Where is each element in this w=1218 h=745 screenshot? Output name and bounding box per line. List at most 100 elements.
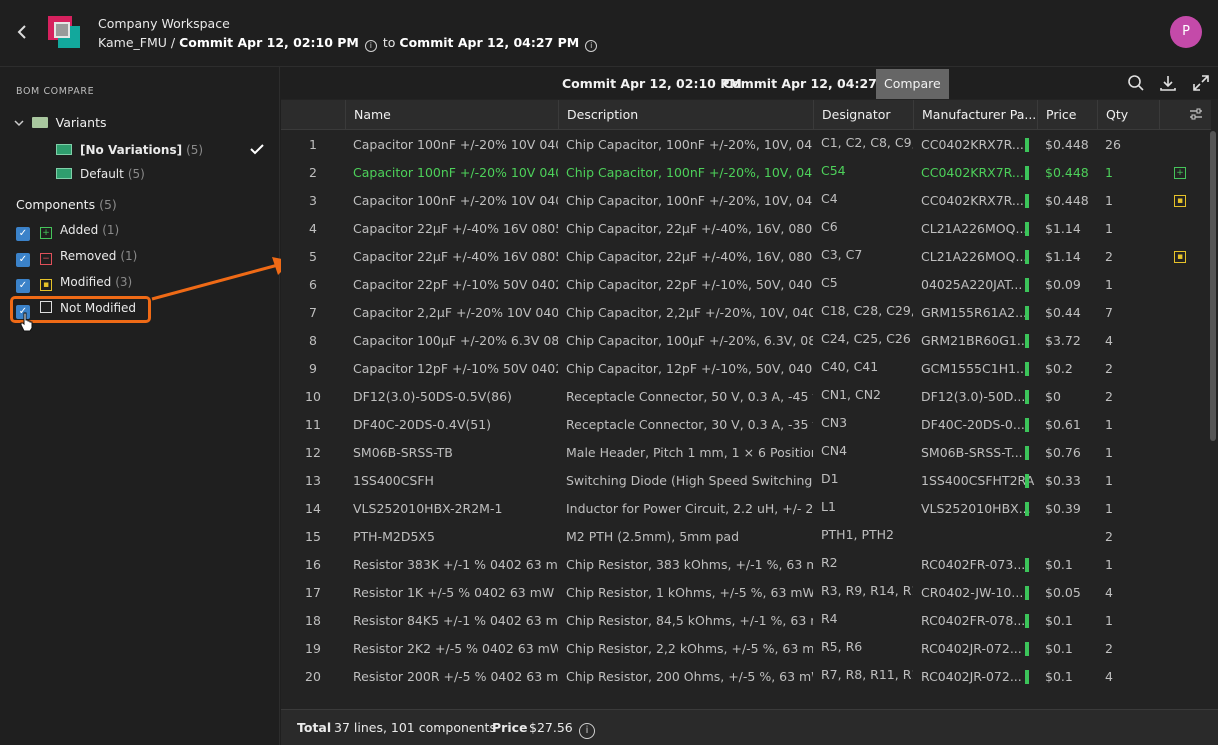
- board-icon: [56, 168, 72, 179]
- col-description[interactable]: Description: [558, 100, 813, 130]
- cell-name: PTH-M2D5X5: [353, 529, 435, 544]
- info-icon[interactable]: i: [579, 723, 595, 739]
- cell-name: Resistor 200R +/-5 % 0402 63 mW: [353, 669, 558, 684]
- table-row[interactable]: 7 Capacitor 2,2µF +/-20% 10V 0402 Chip Cap…: [281, 299, 1211, 327]
- col-qty[interactable]: Qty: [1097, 100, 1159, 130]
- cell-price: $0.1: [1045, 641, 1073, 656]
- cell-index: 6: [309, 277, 317, 292]
- app-header: Company Workspace Kame_FMU / Commit Apr …: [0, 0, 1218, 67]
- table-row[interactable]: 8 Capacitor 100µF +/-20% 6.3V 0805 Chip Ca…: [281, 327, 1211, 355]
- commit-to-label: Commit Apr 12, 04:27 PM: [399, 35, 580, 50]
- cell-price: $0.448: [1045, 165, 1089, 180]
- cell-index: 15: [305, 529, 321, 544]
- checkbox-checked[interactable]: ✓: [16, 253, 30, 267]
- column-settings-icon[interactable]: [1159, 100, 1211, 130]
- cell-description: Receptacle Connector, 50 V, 0.3 A, -45 t…: [566, 389, 813, 404]
- availability-bar: [1025, 670, 1029, 684]
- table-row[interactable]: 17 Resistor 1K +/-5 % 0402 63 mW Chip Resi…: [281, 579, 1211, 607]
- availability-bar: [1025, 502, 1029, 516]
- variant-default[interactable]: Default (5): [56, 167, 145, 185]
- table-row[interactable]: 13 1SS400CSFH Switching Diode (High Speed …: [281, 467, 1211, 495]
- price-value: $27.56: [529, 720, 573, 735]
- table-row[interactable]: 15 PTH-M2D5X5 M2 PTH (2.5mm), 5mm pad PTH1,…: [281, 523, 1211, 551]
- checkbox-checked[interactable]: ✓: [16, 227, 30, 241]
- cell-qty: 1: [1105, 473, 1113, 488]
- filter-modified[interactable]: ✓ ▪ Modified (3): [16, 275, 132, 293]
- workspace-logo: [48, 16, 82, 50]
- cell-name: Capacitor 22pF +/-10% 50V 0402: [353, 277, 558, 292]
- cell-price: $0.44: [1045, 305, 1081, 320]
- compare-tab[interactable]: Compare: [876, 69, 949, 99]
- table-row[interactable]: 4 Capacitor 22µF +/-40% 16V 0805 Chip Capa…: [281, 215, 1211, 243]
- col-price[interactable]: Price: [1037, 100, 1097, 130]
- table-row[interactable]: 6 Capacitor 22pF +/-10% 50V 0402 Chip Capa…: [281, 271, 1211, 299]
- commit-from-label: Commit Apr 12, 02:10 PM: [179, 35, 359, 50]
- cell-index: 7: [309, 305, 317, 320]
- cell-manufacturer-part: DF12(3.0)-50D...: [921, 389, 1026, 404]
- cell-manufacturer-part: CC0402KRX7R...: [921, 137, 1024, 152]
- table-row[interactable]: 14 VLS252010HBX-2R2M-1 Inductor for Power …: [281, 495, 1211, 523]
- table-row[interactable]: 19 Resistor 2K2 +/-5 % 0402 63 mW Chip Res…: [281, 635, 1211, 663]
- checkbox-checked[interactable]: ✓: [16, 279, 30, 293]
- cell-qty: 1: [1105, 417, 1113, 432]
- expand-icon[interactable]: [1192, 74, 1210, 92]
- col-manufacturer-part[interactable]: Manufacturer Pa...: [913, 100, 1037, 130]
- table-row[interactable]: 2 Capacitor 100nF +/-20% 10V 0402 Chip Cap…: [281, 159, 1211, 187]
- col-name[interactable]: Name: [345, 100, 558, 130]
- col-designator[interactable]: Designator: [813, 100, 913, 130]
- cell-designator: C18, C28, C29,: [821, 303, 913, 318]
- table-row[interactable]: 18 Resistor 84K5 +/-1 % 0402 63 mW Chip Re…: [281, 607, 1211, 635]
- cell-manufacturer-part: SM06B-SRSS-T...: [921, 445, 1023, 460]
- checkmark-icon: [250, 143, 264, 159]
- table-row[interactable]: 9 Capacitor 12pF +/-10% 50V 0402 Chip Capa…: [281, 355, 1211, 383]
- cell-designator: C40, C41: [821, 359, 879, 374]
- cell-index: 5: [309, 249, 317, 264]
- cell-description: Receptacle Connector, 30 V, 0.3 A, -35 t…: [566, 417, 813, 432]
- table-row[interactable]: 5 Capacitor 22µF +/-40% 16V 0805 Chip Capa…: [281, 243, 1211, 271]
- cell-manufacturer-part: GRM21BR60G1...: [921, 333, 1029, 348]
- filter-added[interactable]: ✓ + Added (1): [16, 223, 119, 241]
- cell-manufacturer-part: CL21A226MOQ...: [921, 249, 1028, 264]
- avatar[interactable]: P: [1170, 16, 1202, 48]
- table-row[interactable]: 20 Resistor 200R +/-5 % 0402 63 mW Chip Re…: [281, 663, 1211, 691]
- commit-a-tab[interactable]: Commit Apr 12, 02:10 PM: [562, 69, 742, 99]
- cell-qty: 2: [1105, 641, 1113, 656]
- cell-manufacturer-part: DF40C-20DS-0...: [921, 417, 1025, 432]
- availability-bar: [1025, 334, 1029, 348]
- availability-bar: [1025, 306, 1029, 320]
- cell-manufacturer-part: CC0402KRX7R...: [921, 165, 1024, 180]
- table-row[interactable]: 16 Resistor 383K +/-1 % 0402 63 mW Chip Re…: [281, 551, 1211, 579]
- project-link[interactable]: Kame_FMU: [98, 35, 167, 50]
- hand-cursor-icon: [20, 312, 34, 332]
- download-icon[interactable]: [1159, 74, 1177, 92]
- cell-description: Chip Capacitor, 22µF +/-40%, 16V, 0805, …: [566, 249, 813, 264]
- cell-qty: 1: [1105, 277, 1113, 292]
- search-icon[interactable]: [1127, 74, 1145, 92]
- cell-qty: 2: [1105, 529, 1113, 544]
- cell-description: Male Header, Pitch 1 mm, 1 × 6 Position,…: [566, 445, 813, 460]
- table-row[interactable]: 10 DF12(3.0)-50DS-0.5V(86) Receptacle Conn…: [281, 383, 1211, 411]
- scrollbar[interactable]: [1210, 131, 1216, 441]
- total-value: 37 lines, 101 components: [334, 720, 496, 735]
- table-row[interactable]: 1 Capacitor 100nF +/-20% 10V 0402 Chip Cap…: [281, 131, 1211, 159]
- cell-qty: 2: [1105, 249, 1113, 264]
- cell-price: [1037, 523, 1097, 551]
- variants-toggle[interactable]: Variants: [14, 115, 107, 130]
- cell-designator: CN3: [821, 415, 848, 430]
- info-icon[interactable]: i: [364, 40, 377, 52]
- variant-no-variations[interactable]: [No Variations] (5): [56, 143, 203, 161]
- back-arrow-icon[interactable]: [14, 22, 32, 42]
- info-icon[interactable]: i: [585, 40, 598, 52]
- cell-name: DF40C-20DS-0.4V(51): [353, 417, 492, 432]
- table-row[interactable]: 11 DF40C-20DS-0.4V(51) Receptacle Connecto…: [281, 411, 1211, 439]
- cell-name: Resistor 1K +/-5 % 0402 63 mW: [353, 585, 555, 600]
- cell-designator: PTH1, PTH2: [821, 527, 894, 542]
- availability-bar: [1025, 474, 1029, 488]
- table-row[interactable]: 12 SM06B-SRSS-TB Male Header, Pitch 1 mm, …: [281, 439, 1211, 467]
- filter-removed[interactable]: ✓ − Removed (1): [16, 249, 137, 267]
- cell-description: Chip Capacitor, 12pF +/-10%, 50V, 0402, …: [566, 361, 813, 376]
- table-row[interactable]: 3 Capacitor 100nF +/-20% 10V 0402 Chip Cap…: [281, 187, 1211, 215]
- cell-manufacturer-part: VLS252010HBX...: [921, 501, 1031, 516]
- cell-description: Chip Resistor, 383 kOhms, +/-1 %, 63 mW,: [566, 557, 813, 572]
- cell-manufacturer-part: GRM155R61A2...: [921, 305, 1028, 320]
